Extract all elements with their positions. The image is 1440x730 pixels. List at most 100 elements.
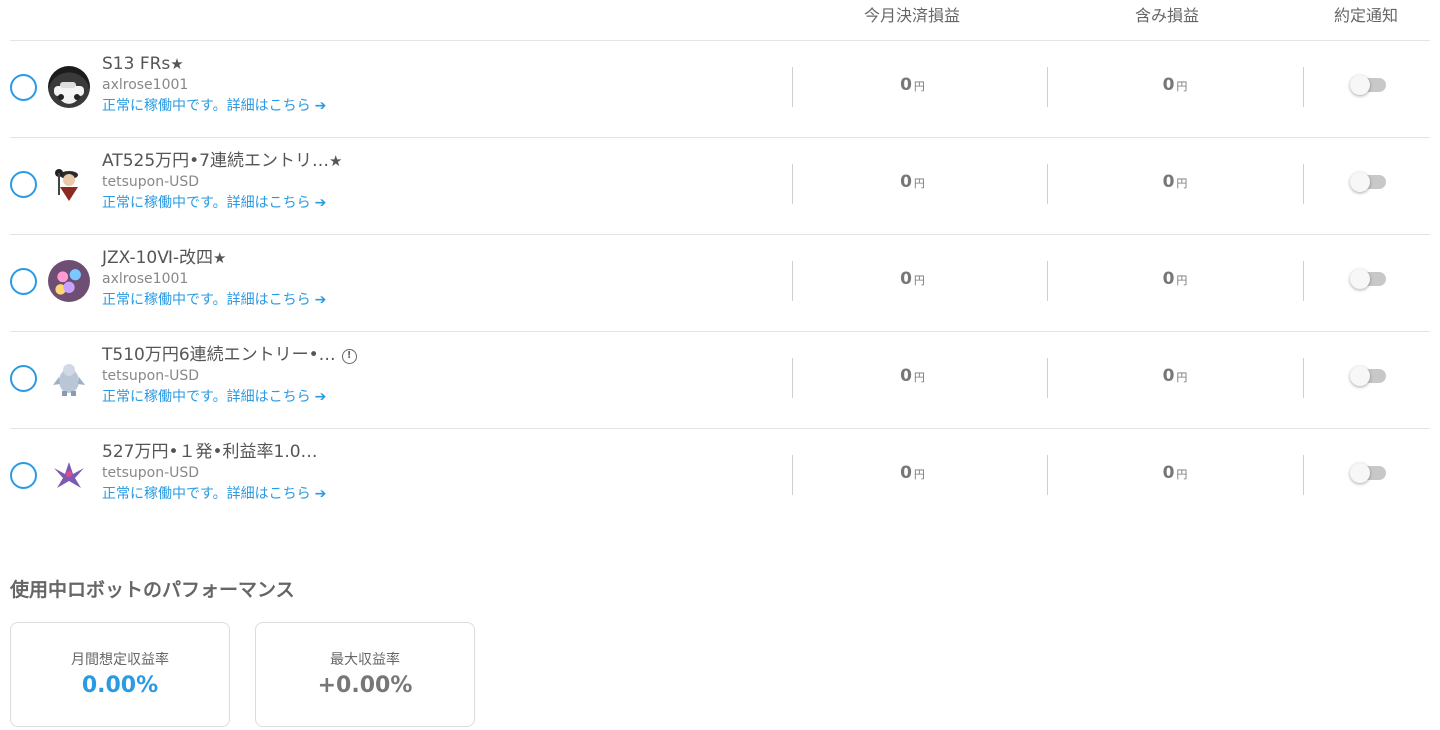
unrealized-pl-value: 0円 — [1055, 463, 1295, 483]
select-radio[interactable] — [10, 171, 37, 198]
notify-toggle[interactable] — [1350, 269, 1386, 289]
monthly-pl-value: 0円 — [800, 269, 1025, 289]
monthly-pl-value: 0円 — [800, 463, 1025, 483]
monthly-pl-number: 0 — [900, 463, 912, 483]
divider — [1047, 455, 1048, 495]
yen-unit: 円 — [913, 468, 925, 481]
robot-title[interactable]: 527万円•１発•利益率1.0… — [102, 441, 502, 463]
status-link[interactable]: 正常に稼働中です。詳細はこちら ➔ — [102, 386, 502, 408]
monthly-pl-number: 0 — [900, 366, 912, 386]
robot-title[interactable]: T510万円6連続エントリー•…! — [102, 344, 502, 366]
arrow-right-icon: ➔ — [314, 195, 327, 211]
yen-unit: 円 — [1176, 468, 1188, 481]
monthly-expected-label: 月間想定収益率 — [71, 652, 169, 668]
divider — [792, 164, 793, 204]
robot-title-text: AT525万円•7連続エントリ… — [102, 151, 329, 171]
select-radio[interactable] — [10, 365, 37, 392]
divider — [1303, 164, 1304, 204]
toggle-knob — [1350, 269, 1370, 289]
yen-unit: 円 — [1176, 274, 1188, 287]
select-radio[interactable] — [10, 268, 37, 295]
warning-icon: ! — [341, 349, 357, 364]
divider — [792, 358, 793, 398]
star-icon: ★ — [213, 249, 227, 267]
yen-unit: 円 — [913, 371, 925, 384]
status-text: 正常に稼働中です。詳細はこちら — [102, 98, 311, 114]
status-text: 正常に稼働中です。詳細はこちら — [102, 292, 311, 308]
divider — [1303, 358, 1304, 398]
unrealized-pl-number: 0 — [1162, 269, 1175, 289]
yen-unit: 円 — [1176, 80, 1188, 93]
notify-toggle[interactable] — [1350, 172, 1386, 192]
robot-title[interactable]: JZX-10Ⅵ-改四★ — [102, 247, 502, 269]
unrealized-pl-value: 0円 — [1055, 75, 1295, 95]
arrow-right-icon: ➔ — [314, 292, 327, 308]
star-icon: ★ — [170, 55, 184, 73]
robot-owner: tetsupon-USD — [102, 174, 200, 190]
robot-title-text: T510万円6連続エントリー•… — [102, 345, 336, 365]
robot-avatar — [48, 454, 90, 496]
robot-info: T510万円6連続エントリー•…! tetsupon-USD 正常に稼働中です。… — [102, 344, 502, 408]
robot-avatar — [48, 260, 90, 302]
divider — [792, 261, 793, 301]
robot-avatar — [48, 163, 90, 205]
select-radio[interactable] — [10, 462, 37, 489]
robot-avatar — [48, 357, 90, 399]
yen-unit: 円 — [1176, 371, 1188, 384]
unrealized-pl-number: 0 — [1162, 366, 1175, 386]
notify-toggle[interactable] — [1350, 366, 1386, 386]
divider — [1303, 67, 1304, 107]
status-link[interactable]: 正常に稼働中です。詳細はこちら ➔ — [102, 289, 502, 311]
unrealized-pl-value: 0円 — [1055, 366, 1295, 386]
unrealized-pl-number: 0 — [1162, 463, 1175, 483]
divider — [792, 67, 793, 107]
status-text: 正常に稼働中です。詳細はこちら — [102, 389, 311, 405]
robot-title[interactable]: S13 FRs★ — [102, 53, 502, 75]
robot-title-text: JZX-10Ⅵ-改四 — [102, 248, 214, 268]
robot-owner: axlrose1001 — [102, 77, 189, 93]
notify-toggle[interactable] — [1350, 75, 1386, 95]
status-link[interactable]: 正常に稼働中です。詳細はこちら ➔ — [102, 95, 502, 117]
unrealized-pl-value: 0円 — [1055, 269, 1295, 289]
monthly-pl-number: 0 — [900, 172, 912, 192]
header-monthly-pl: 今月決済損益 — [863, 6, 960, 25]
star-icon: ★ — [329, 152, 343, 170]
max-return-card: 最大収益率 +0.00% — [255, 622, 475, 727]
arrow-right-icon: ➔ — [314, 389, 327, 405]
unrealized-pl-number: 0 — [1162, 172, 1175, 192]
header-execution-notice: 約定通知 — [1333, 6, 1398, 25]
yen-unit: 円 — [1176, 177, 1188, 190]
divider — [792, 455, 793, 495]
robot-owner: axlrose1001 — [102, 271, 189, 287]
robot-info: S13 FRs★ axlrose1001 正常に稼働中です。詳細はこちら ➔ — [102, 53, 502, 117]
robot-list: S13 FRs★ axlrose1001 正常に稼働中です。詳細はこちら ➔ 0円… — [10, 40, 1430, 525]
status-link[interactable]: 正常に稼働中です。詳細はこちら ➔ — [102, 192, 502, 214]
robot-row: S13 FRs★ axlrose1001 正常に稼働中です。詳細はこちら ➔ 0円… — [10, 40, 1430, 137]
divider — [1047, 67, 1048, 107]
arrow-right-icon: ➔ — [314, 486, 327, 502]
robot-row: T510万円6連続エントリー•…! tetsupon-USD 正常に稼働中です。… — [10, 331, 1430, 428]
robot-row: AT525万円•7連続エントリ…★ tetsupon-USD 正常に稼働中です。… — [10, 137, 1430, 234]
robot-owner: tetsupon-USD — [102, 465, 200, 481]
robot-owner: tetsupon-USD — [102, 368, 200, 384]
arrow-right-icon: ➔ — [314, 98, 327, 114]
status-text: 正常に稼働中です。詳細はこちら — [102, 486, 311, 502]
robot-title-text: S13 FRs — [102, 54, 171, 74]
status-link[interactable]: 正常に稼働中です。詳細はこちら ➔ — [102, 483, 502, 505]
max-return-label: 最大収益率 — [330, 652, 400, 668]
toggle-knob — [1350, 172, 1370, 192]
monthly-expected-card: 月間想定収益率 0.00% — [10, 622, 230, 727]
monthly-expected-value: 0.00% — [81, 673, 159, 698]
notify-toggle[interactable] — [1350, 463, 1386, 483]
monthly-pl-value: 0円 — [800, 172, 1025, 192]
robot-title-text: 527万円•１発•利益率1.0… — [102, 442, 318, 462]
unrealized-pl-value: 0円 — [1055, 172, 1295, 192]
robot-row: JZX-10Ⅵ-改四★ axlrose1001 正常に稼働中です。詳細はこちら ➔… — [10, 234, 1430, 331]
table-header: 今月決済損益 含み損益 約定通知 — [0, 0, 1440, 40]
robot-title[interactable]: AT525万円•7連続エントリ…★ — [102, 150, 502, 172]
select-radio[interactable] — [10, 74, 37, 101]
robot-info: AT525万円•7連続エントリ…★ tetsupon-USD 正常に稼働中です。… — [102, 150, 502, 214]
toggle-knob — [1350, 366, 1370, 386]
divider — [1303, 455, 1304, 495]
yen-unit: 円 — [913, 177, 925, 190]
